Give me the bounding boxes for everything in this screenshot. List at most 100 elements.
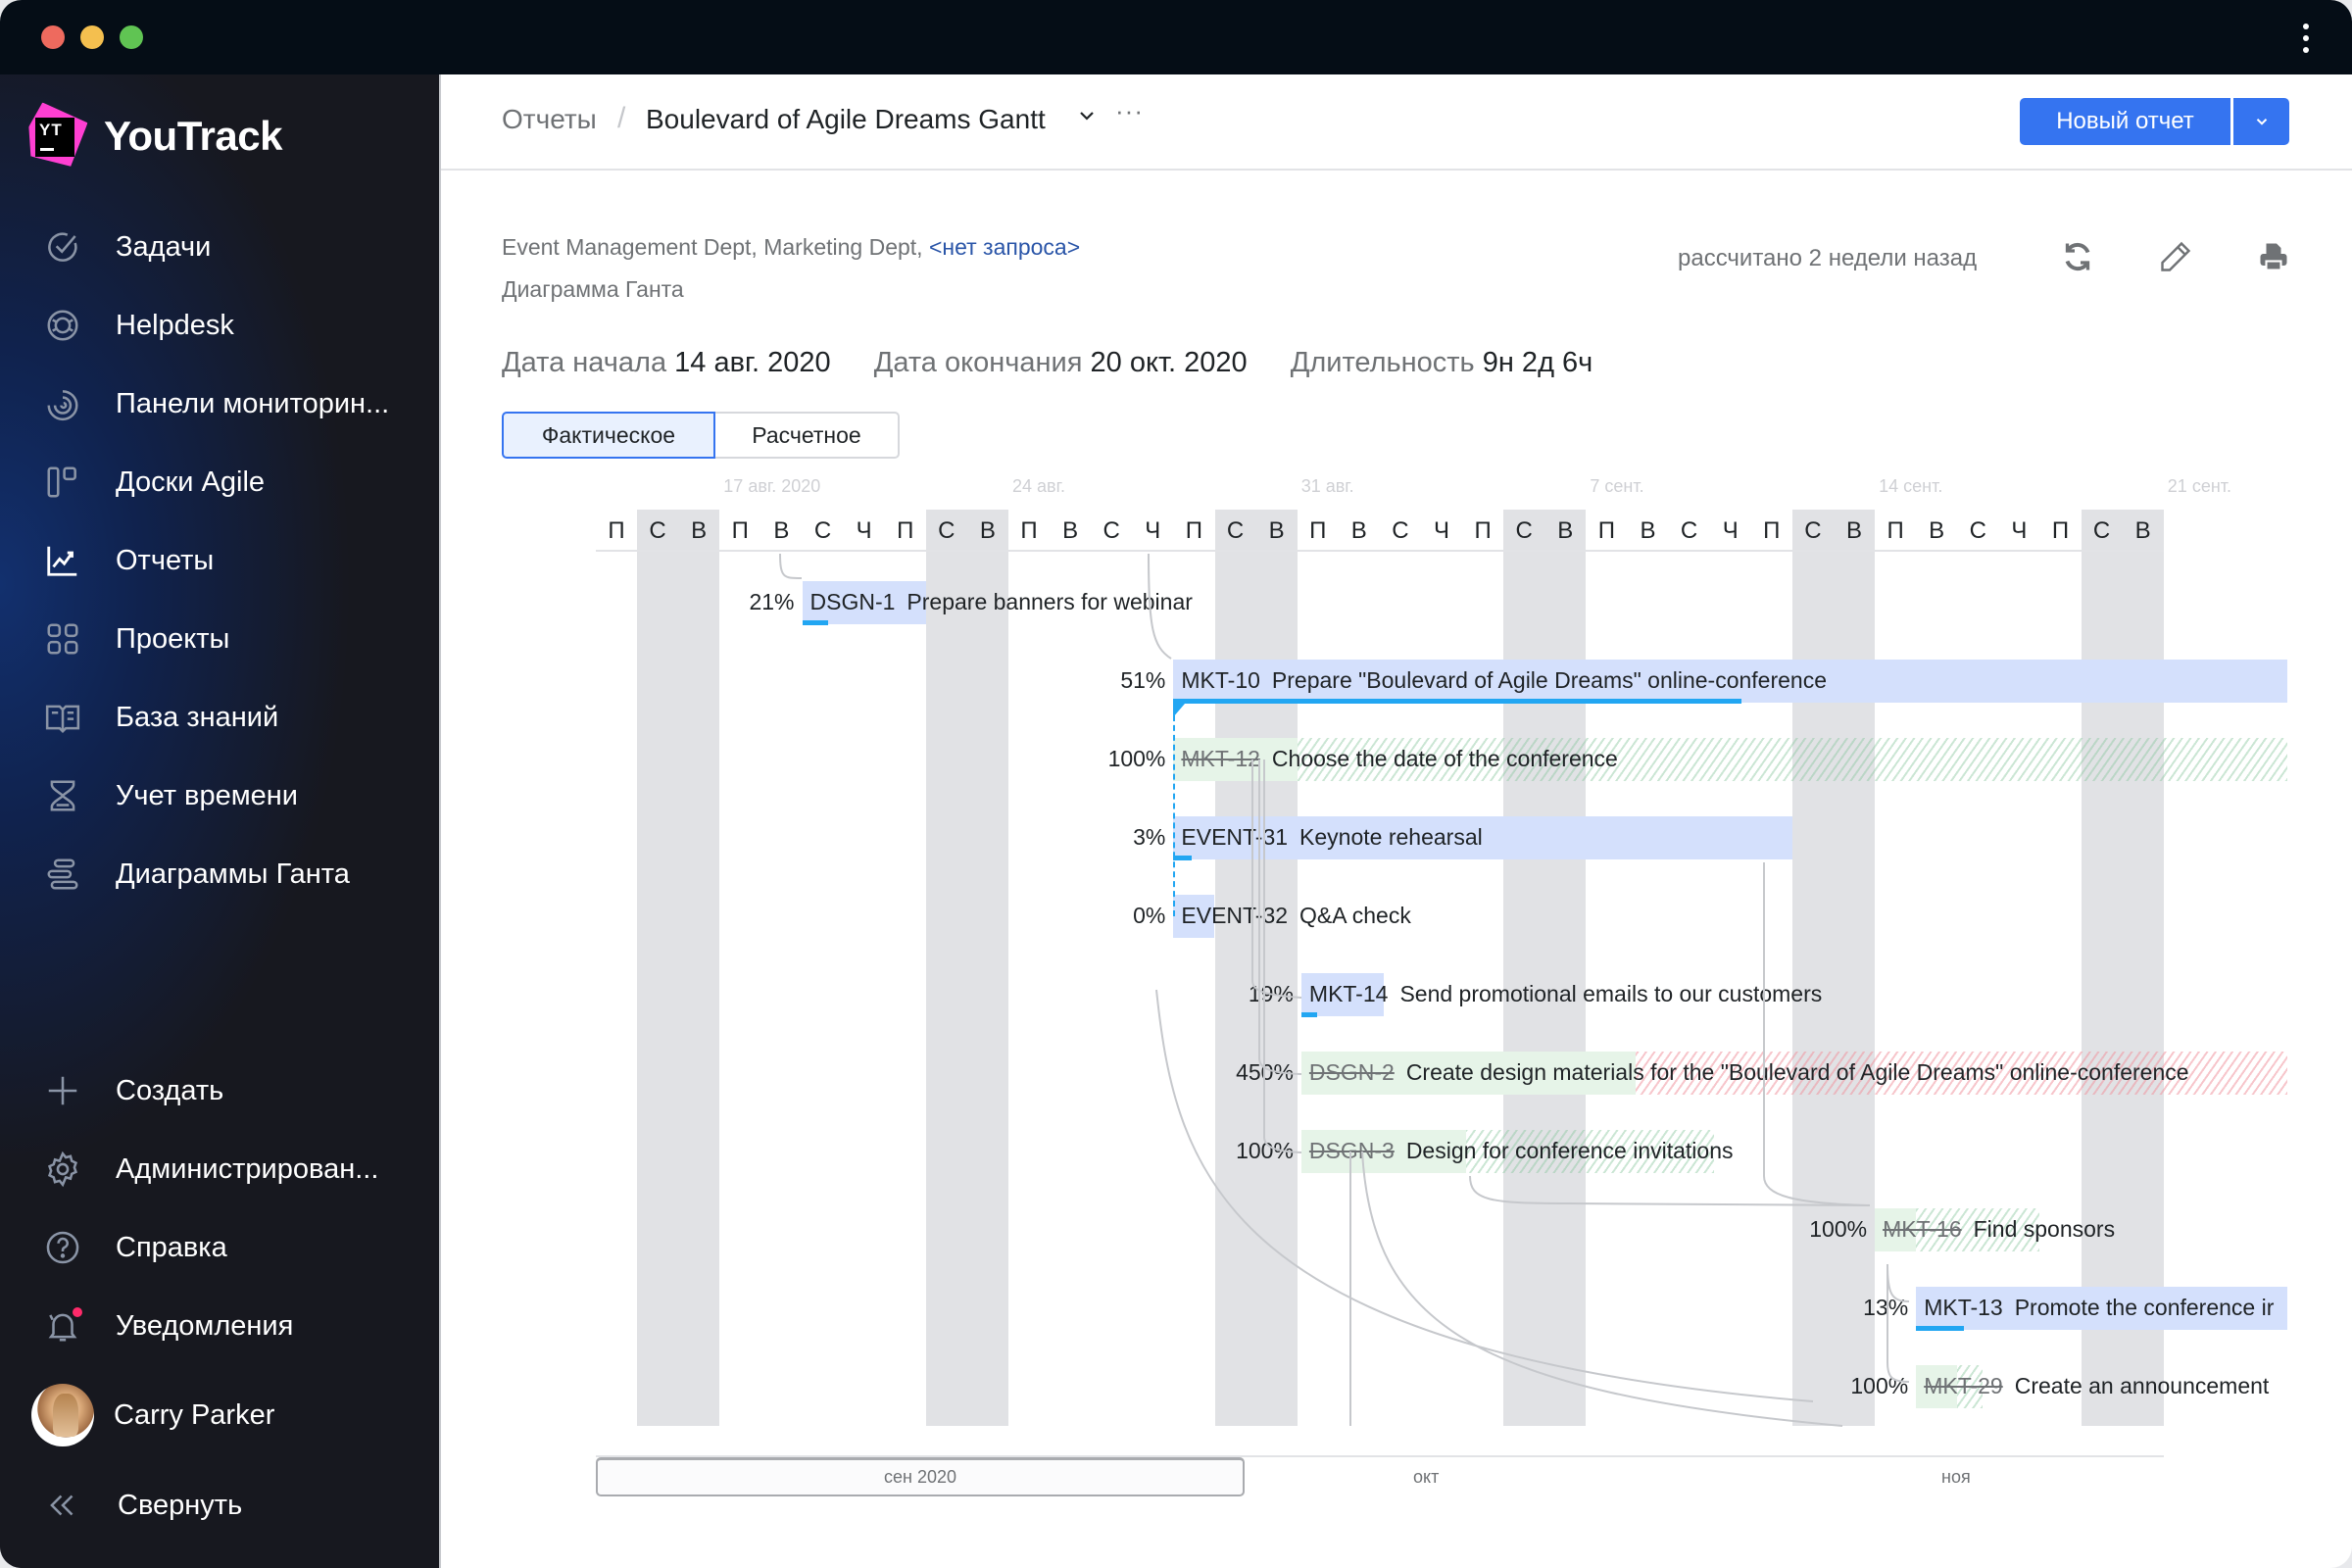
task-progress-label: 3% bbox=[1133, 824, 1166, 850]
refresh-icon[interactable] bbox=[2060, 239, 2095, 274]
month-label: ноя bbox=[1941, 1467, 1971, 1487]
task-id[interactable]: DSGN-3 bbox=[1309, 1138, 1395, 1163]
task-label[interactable]: MKT-12 Choose the date of the conference bbox=[1181, 746, 1617, 772]
new-report-dropdown-button[interactable] bbox=[2233, 98, 2289, 145]
sidebar-item-label: Учет времени bbox=[116, 779, 298, 811]
sidebar-item-help[interactable]: Справка bbox=[0, 1218, 439, 1277]
day-label: С bbox=[938, 517, 956, 544]
dashboard-spiral-icon bbox=[43, 384, 82, 423]
day-label: В bbox=[1845, 517, 1862, 544]
sidebar-item-notifications[interactable]: Уведомления bbox=[0, 1297, 439, 1355]
weekend-column bbox=[966, 510, 1008, 1426]
pencil-icon[interactable] bbox=[2158, 239, 2193, 274]
week-label: 24 авг. bbox=[1012, 476, 1065, 496]
youtrack-logo[interactable]: YT YouTrack bbox=[24, 104, 282, 169]
gear-icon bbox=[43, 1150, 82, 1189]
day-label: Ч bbox=[2011, 517, 2028, 544]
mode-estimated-button[interactable]: Расчетное bbox=[715, 412, 900, 459]
day-label: В bbox=[2134, 517, 2151, 544]
task-label[interactable]: MKT-16 Find sponsors bbox=[1883, 1216, 2115, 1243]
task-label[interactable]: MKT-29 Create an announcement bbox=[1924, 1373, 2269, 1399]
sidebar-item-dashboards[interactable]: Панели мониторин... bbox=[0, 374, 439, 433]
report-title[interactable]: Boulevard of Agile Dreams Gantt bbox=[646, 104, 1046, 135]
day-label: В bbox=[979, 517, 996, 544]
logo-text: YouTrack bbox=[104, 113, 282, 159]
print-icon[interactable] bbox=[2256, 239, 2291, 274]
day-label: С bbox=[1102, 517, 1120, 544]
day-label: П bbox=[1886, 517, 1904, 544]
month-label: окт bbox=[1413, 1467, 1440, 1487]
book-icon bbox=[43, 698, 82, 737]
task-label[interactable]: MKT-10 Prepare "Boulevard of Agile Dreams… bbox=[1181, 667, 1827, 694]
duration: Длительность 9н 2д 6ч bbox=[1290, 347, 1593, 378]
breadcrumb-reports[interactable]: Отчеты bbox=[502, 104, 597, 135]
weekend-column bbox=[678, 510, 720, 1426]
sidebar-item-knowledge-base[interactable]: База знаний bbox=[0, 688, 439, 747]
task-label[interactable]: EVENT-31 Keynote rehearsal bbox=[1181, 824, 1482, 851]
sidebar-item-time-tracking[interactable]: Учет времени bbox=[0, 766, 439, 825]
query-link[interactable]: <нет запроса> bbox=[929, 234, 1080, 260]
task-label[interactable]: MKT-14 Send promotional emails to our cus… bbox=[1309, 981, 1822, 1007]
sidebar-item-agile-boards[interactable]: Доски Agile bbox=[0, 453, 439, 512]
today-marker bbox=[1173, 706, 1176, 916]
task-label[interactable]: DSGN-2 Create design materials for the "B… bbox=[1309, 1059, 2189, 1086]
sidebar-item-create[interactable]: Создать bbox=[0, 1061, 439, 1120]
task-title: Design for conference invitations bbox=[1405, 1138, 1734, 1163]
task-title: Find sponsors bbox=[1973, 1216, 2116, 1242]
task-id[interactable]: MKT-29 bbox=[1924, 1373, 2003, 1398]
task-label[interactable]: MKT-13 Promote the conference ir bbox=[1924, 1295, 2274, 1321]
task-id[interactable]: MKT-12 bbox=[1181, 746, 1260, 771]
sidebar-item-gantt-charts[interactable]: Диаграммы Ганта bbox=[0, 845, 439, 904]
sidebar-item-issues[interactable]: Задачи bbox=[0, 218, 439, 276]
task-label[interactable]: EVENT-32 Q&A check bbox=[1181, 903, 1410, 929]
day-header-divider bbox=[596, 550, 2164, 552]
close-window-button[interactable] bbox=[41, 25, 65, 49]
chevron-down-icon[interactable] bbox=[1075, 104, 1099, 127]
dependency-link bbox=[779, 553, 803, 579]
sidebar-collapse[interactable]: Свернуть bbox=[0, 1476, 439, 1535]
sidebar-item-helpdesk[interactable]: Helpdesk bbox=[0, 296, 439, 355]
sidebar-item-projects[interactable]: Проекты bbox=[0, 610, 439, 668]
sidebar-item-label: Администрирован... bbox=[116, 1152, 379, 1185]
sidebar-item-administration[interactable]: Администрирован... bbox=[0, 1140, 439, 1199]
day-label: В bbox=[1929, 517, 1945, 544]
task-label[interactable]: DSGN-3 Design for conference invitations bbox=[1309, 1138, 1734, 1164]
task-id[interactable]: MKT-14 bbox=[1309, 981, 1389, 1006]
day-label: С bbox=[1515, 517, 1533, 544]
weekend-column bbox=[1214, 510, 1256, 1426]
sidebar-item-reports[interactable]: Отчеты bbox=[0, 531, 439, 590]
task-id[interactable]: MKT-10 bbox=[1181, 667, 1260, 693]
weekend-column bbox=[1791, 510, 1834, 1426]
day-label: П bbox=[2051, 517, 2070, 544]
projects-text: Event Management Dept, Marketing Dept, bbox=[502, 234, 923, 260]
weekend-column bbox=[925, 510, 967, 1426]
minimize-window-button[interactable] bbox=[80, 25, 104, 49]
maximize-window-button[interactable] bbox=[120, 25, 143, 49]
bell-icon bbox=[43, 1306, 82, 1346]
day-label: В bbox=[1557, 517, 1574, 544]
task-id[interactable]: MKT-13 bbox=[1924, 1295, 2003, 1320]
day-label: П bbox=[1020, 517, 1038, 544]
title-bar bbox=[0, 0, 2352, 74]
chart-trend-icon bbox=[43, 541, 82, 580]
mode-actual-button[interactable]: Фактическое bbox=[502, 412, 715, 459]
timeline-scroller-thumb[interactable]: сен 2020 bbox=[596, 1457, 1245, 1496]
weekend-column bbox=[1503, 510, 1545, 1426]
sidebar-user[interactable]: Carry Parker bbox=[0, 1384, 439, 1446]
day-label: П bbox=[897, 517, 914, 544]
kebab-vertical-icon[interactable] bbox=[2299, 24, 2313, 53]
task-label[interactable]: DSGN-1 Prepare banners for webinar bbox=[810, 589, 1193, 615]
app-window: YT YouTrack Задачи Helpdesk Панели монит… bbox=[0, 0, 2352, 1568]
day-label: Ч bbox=[1145, 517, 1161, 544]
task-id[interactable]: DSGN-2 bbox=[1309, 1059, 1395, 1085]
task-id[interactable]: EVENT-32 bbox=[1181, 903, 1288, 928]
task-progress bbox=[1300, 1012, 1317, 1017]
new-report-button[interactable]: Новый отчет bbox=[2020, 98, 2230, 145]
task-id[interactable]: DSGN-1 bbox=[810, 589, 896, 614]
day-label: В bbox=[773, 517, 790, 544]
task-id[interactable]: MKT-16 bbox=[1883, 1216, 1962, 1242]
double-chevron-left-icon bbox=[43, 1486, 82, 1525]
more-actions-button[interactable]: ··· bbox=[1115, 96, 1144, 126]
sidebar-item-label: Доски Agile bbox=[116, 466, 266, 498]
task-id[interactable]: EVENT-31 bbox=[1181, 824, 1288, 850]
